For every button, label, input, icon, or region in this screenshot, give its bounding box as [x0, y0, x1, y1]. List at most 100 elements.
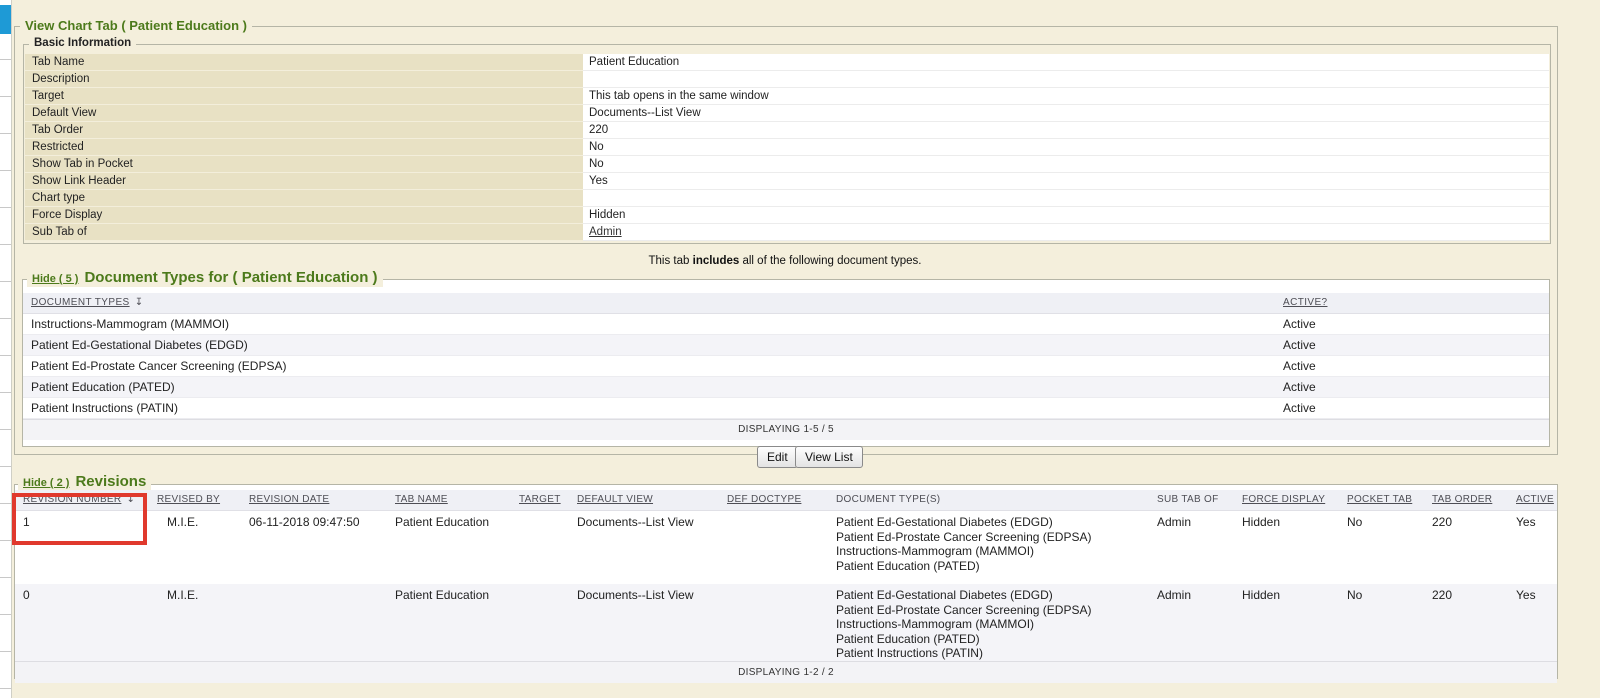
doc-type-active: Active	[1281, 398, 1549, 418]
basic-information-section: Basic Information Tab Name Patient Educa…	[23, 44, 1551, 244]
revision-number-cell: 1	[15, 511, 149, 584]
doc-type-row: Instructions-Mammogram (MAMMOI) Active	[23, 314, 1549, 335]
doc-type-row: Patient Instructions (PATIN) Active	[23, 398, 1549, 419]
document-type-line: Instructions-Mammogram (MAMMOI)	[836, 544, 1149, 559]
active-cell: Yes	[1504, 511, 1557, 584]
basic-info-value	[583, 190, 1549, 207]
basic-info-row: Force Display Hidden	[25, 207, 1549, 224]
basic-info-label: Tab Name	[25, 54, 583, 71]
basic-info-row: Show Link Header Yes	[25, 173, 1549, 190]
revision-date-cell	[241, 584, 387, 661]
sort-icon: ↧	[135, 293, 144, 313]
basic-info-value: 220	[583, 122, 1549, 139]
doc-type-active: Active	[1281, 335, 1549, 355]
sub-tab-of-link[interactable]: Admin	[589, 226, 622, 238]
revision-row: 1 M.I.E. 06-11-2018 09:47:50 Patient Edu…	[15, 511, 1557, 584]
basic-info-row: Chart type	[25, 190, 1549, 207]
document-types-section: Hide ( 5 )Document Types for ( Patient E…	[22, 279, 1550, 447]
selection-indicator	[0, 5, 11, 34]
document-types-column-header[interactable]: DOCUMENT TYPES ↧	[23, 293, 1281, 313]
basic-info-value: Patient Education	[583, 54, 1549, 71]
document-types-table: DOCUMENT TYPES ↧ ACTIVE? Instructions-Ma…	[23, 293, 1549, 440]
view-list-button[interactable]: View List	[795, 446, 863, 468]
basic-info-row: Tab Order 220	[25, 122, 1549, 139]
basic-information-legend: Basic Information	[29, 37, 136, 49]
document-type-line: Patient Instructions (PATIN)	[836, 646, 1149, 661]
doc-type-row: Patient Education (PATED) Active	[23, 377, 1549, 398]
doc-type-active: Active	[1281, 356, 1549, 376]
revisions-title: Revisions	[75, 473, 146, 490]
target-cell	[511, 511, 569, 584]
default-view-cell: Documents--List View	[569, 584, 719, 661]
force-display-column-header[interactable]: FORCE DISPLAY	[1234, 490, 1339, 510]
edit-button[interactable]: Edit	[757, 446, 798, 468]
basic-info-label: Force Display	[25, 207, 583, 224]
revision-row: 0 M.I.E. Patient Education Documents--Li…	[15, 584, 1557, 661]
document-types-cell: Patient Ed-Gestational Diabetes (EDGD) P…	[821, 511, 1149, 584]
basic-info-label: Description	[25, 71, 583, 88]
document-type-line: Patient Education (PATED)	[836, 632, 1149, 647]
document-type-line: Instructions-Mammogram (MAMMOI)	[836, 617, 1149, 632]
includes-note: This tab includes all of the following d…	[14, 255, 1556, 267]
document-type-line: Patient Ed-Gestational Diabetes (EDGD)	[836, 515, 1149, 530]
basic-info-value	[583, 71, 1549, 88]
doc-type-name: Patient Ed-Gestational Diabetes (EDGD)	[23, 335, 1281, 355]
default-view-cell: Documents--List View	[569, 511, 719, 584]
doc-type-active: Active	[1281, 314, 1549, 334]
basic-info-value: Hidden	[583, 207, 1549, 224]
active-cell: Yes	[1504, 584, 1557, 661]
tab-name-cell: Patient Education	[387, 511, 511, 584]
basic-info-value: Admin	[583, 224, 1549, 241]
revised-by-cell: M.I.E.	[149, 584, 241, 661]
tab-name-column-header[interactable]: TAB NAME	[387, 490, 511, 510]
revision-date-column-header[interactable]: REVISION DATE	[241, 490, 387, 510]
target-cell	[511, 584, 569, 661]
active-column-header[interactable]: ACTIVE	[1504, 490, 1557, 510]
def-doctype-cell	[719, 584, 821, 661]
hide-revisions-link[interactable]: Hide ( 2 )	[23, 477, 69, 489]
basic-info-label: Default View	[25, 105, 583, 122]
revised-by-column-header[interactable]: REVISED BY	[149, 490, 241, 510]
hide-document-types-link[interactable]: Hide ( 5 )	[32, 273, 78, 285]
revision-number-column-header[interactable]: REVISION NUMBER ↧	[15, 490, 149, 510]
basic-info-label: Restricted	[25, 139, 583, 156]
revisions-displaying-footer: DISPLAYING 1-2 / 2	[15, 661, 1557, 683]
revisions-section: Hide ( 2 )Revisions REVISION NUMBER ↧ RE…	[14, 484, 1558, 679]
basic-info-row: Show Tab in Pocket No	[25, 156, 1549, 173]
doc-type-active: Active	[1281, 377, 1549, 397]
target-column-header[interactable]: TARGET	[511, 490, 569, 510]
doc-type-row: Patient Ed-Gestational Diabetes (EDGD) A…	[23, 335, 1549, 356]
revisions-table: REVISION NUMBER ↧ REVISED BY REVISION DA…	[15, 490, 1557, 683]
page-title: View Chart Tab ( Patient Education )	[20, 18, 252, 33]
basic-information-table: Tab Name Patient Education Description T…	[25, 54, 1549, 241]
revisions-header-row: REVISION NUMBER ↧ REVISED BY REVISION DA…	[15, 490, 1557, 511]
left-edge-list-strip	[0, 0, 12, 698]
basic-info-label: Tab Order	[25, 122, 583, 139]
tab-name-cell: Patient Education	[387, 584, 511, 661]
basic-info-row: Target This tab opens in the same window	[25, 88, 1549, 105]
basic-info-row: Sub Tab of Admin	[25, 224, 1549, 241]
force-display-cell: Hidden	[1234, 584, 1339, 661]
default-view-column-header[interactable]: DEFAULT VIEW	[569, 490, 719, 510]
basic-info-value: Yes	[583, 173, 1549, 190]
pocket-tab-column-header[interactable]: POCKET TAB	[1339, 490, 1424, 510]
doc-type-name: Instructions-Mammogram (MAMMOI)	[23, 314, 1281, 334]
basic-info-label: Show Tab in Pocket	[25, 156, 583, 173]
revision-number-cell: 0	[15, 584, 149, 661]
doc-type-name: Patient Instructions (PATIN)	[23, 398, 1281, 418]
basic-info-row: Default View Documents--List View	[25, 105, 1549, 122]
page: View Chart Tab ( Patient Education ) Bas…	[0, 0, 1600, 698]
document-types-cell: Patient Ed-Gestational Diabetes (EDGD) P…	[821, 584, 1149, 661]
basic-info-row: Description	[25, 71, 1549, 88]
basic-info-value: This tab opens in the same window	[583, 88, 1549, 105]
active-column-header[interactable]: ACTIVE?	[1281, 293, 1549, 313]
def-doctype-column-header[interactable]: DEF DOCTYPE	[719, 490, 821, 510]
basic-info-value: Documents--List View	[583, 105, 1549, 122]
document-types-header-row: DOCUMENT TYPES ↧ ACTIVE?	[23, 293, 1549, 314]
document-types-title: Document Types for ( Patient Education )	[84, 269, 377, 286]
force-display-cell: Hidden	[1234, 511, 1339, 584]
document-type-line: Patient Ed-Prostate Cancer Screening (ED…	[836, 530, 1149, 545]
tab-order-column-header[interactable]: TAB ORDER	[1424, 490, 1504, 510]
tab-order-cell: 220	[1424, 584, 1504, 661]
basic-info-row: Tab Name Patient Education	[25, 54, 1549, 71]
